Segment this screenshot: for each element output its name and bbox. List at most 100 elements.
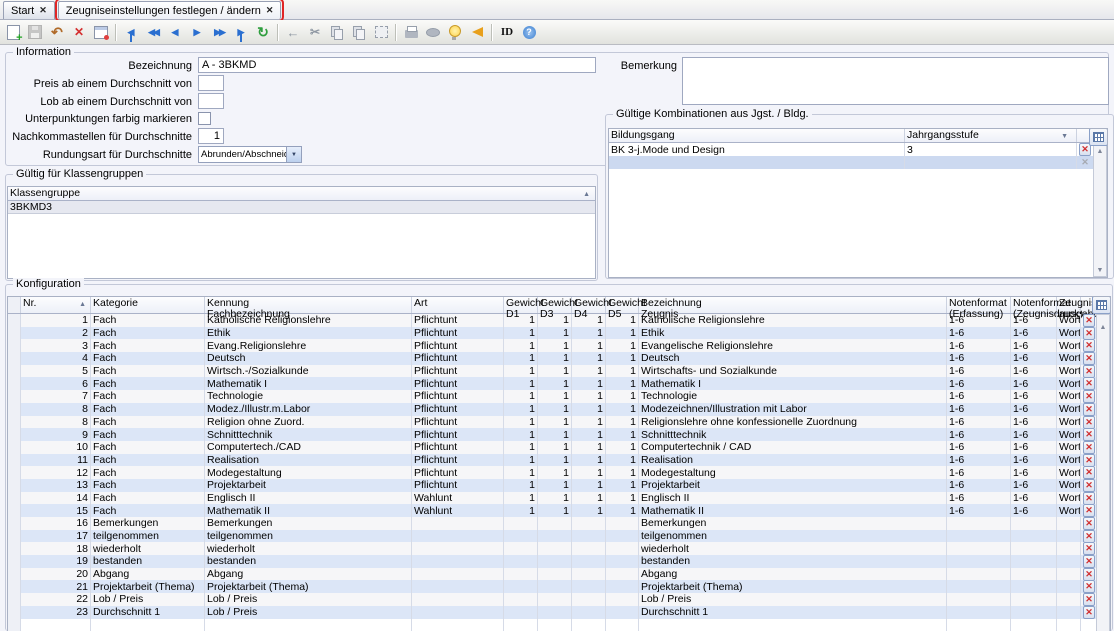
- row-indicator-cell[interactable]: [8, 542, 21, 555]
- cell-nf_erfassung[interactable]: 1-6: [947, 492, 1011, 505]
- table-row[interactable]: 17teilgenommenteilgenommenteilgenommen: [8, 530, 1110, 543]
- cell-d1[interactable]: [504, 517, 538, 530]
- cell-nf_druck[interactable]: 1-6: [1011, 428, 1057, 441]
- delete-row-button[interactable]: [1083, 606, 1095, 619]
- cell-kennung[interactable]: bestanden: [205, 555, 412, 568]
- cell-d4[interactable]: [572, 530, 606, 543]
- marquee-button[interactable]: [370, 22, 392, 43]
- table-row[interactable]: 2FachEthikPflichtunt1111Ethik1-61-6Wort: [8, 327, 1110, 340]
- cell-ausgabe[interactable]: Wort: [1057, 466, 1081, 479]
- cell-nr[interactable]: 8: [21, 403, 91, 416]
- cell-d4[interactable]: [572, 555, 606, 568]
- row-indicator-cell[interactable]: [8, 454, 21, 467]
- table-row[interactable]: 7FachTechnologiePflichtunt1111Technologi…: [8, 390, 1110, 403]
- cell-kategorie[interactable]: Fach: [91, 466, 205, 479]
- cell-d5[interactable]: [606, 530, 639, 543]
- unterpunktungen-checkbox[interactable]: [198, 112, 211, 125]
- cell-d4[interactable]: [572, 580, 606, 593]
- cell-d5[interactable]: [606, 593, 639, 606]
- nav-prev-button[interactable]: [164, 22, 186, 43]
- row-indicator-cell[interactable]: [8, 428, 21, 441]
- cell-kennung[interactable]: Lob / Preis: [205, 606, 412, 619]
- row-indicator-cell[interactable]: [8, 377, 21, 390]
- cell-kategorie[interactable]: Fach: [91, 327, 205, 340]
- cell-kategorie[interactable]: Fach: [91, 314, 205, 327]
- help-button[interactable]: ?: [518, 22, 540, 43]
- table-row[interactable]: 22Lob / PreisLob / PreisLob / Preis: [8, 593, 1110, 606]
- cell-art[interactable]: [412, 568, 504, 581]
- cell-nf_erfassung[interactable]: [947, 580, 1011, 593]
- row-indicator-cell[interactable]: [8, 416, 21, 429]
- cell-ausgabe[interactable]: Wort: [1057, 377, 1081, 390]
- cell-bezeichnung[interactable]: wiederholt: [639, 542, 947, 555]
- cell-bezeichnung[interactable]: Wirtschafts- und Sozialkunde: [639, 365, 947, 378]
- table-row[interactable]: 11FachRealisationPflichtunt1111Realisati…: [8, 454, 1110, 467]
- table-row[interactable]: 18wiederholtwiederholtwiederholt: [8, 542, 1110, 555]
- scroll-up-icon[interactable]: ▲: [1097, 321, 1109, 333]
- delete-row-button[interactable]: [1083, 479, 1095, 492]
- cell-nf_erfassung[interactable]: 1-6: [947, 466, 1011, 479]
- cell-nf_druck[interactable]: 1-6: [1011, 327, 1057, 340]
- kombinationen-scrollbar[interactable]: ▲ ▼: [1093, 144, 1107, 277]
- table-row[interactable]: 14FachEnglisch IIWahlunt1111Englisch II1…: [8, 492, 1110, 505]
- cell-bildungsgang[interactable]: [609, 156, 905, 169]
- cell-nr[interactable]: 18: [21, 542, 91, 555]
- cell-d1[interactable]: 1: [504, 428, 538, 441]
- cell-bezeichnung[interactable]: Mathematik I: [639, 377, 947, 390]
- cell-nf_erfassung[interactable]: 1-6: [947, 352, 1011, 365]
- cell-nr[interactable]: 15: [21, 504, 91, 517]
- cell-kennung[interactable]: Lob / Preis: [205, 593, 412, 606]
- konfiguration-header-d3[interactable]: GewichtD3: [538, 297, 572, 313]
- cell-d3[interactable]: 1: [538, 314, 572, 327]
- cell-bezeichnung[interactable]: Englisch II: [639, 492, 947, 505]
- cell-d3[interactable]: 1: [538, 492, 572, 505]
- nachkommastellen-input[interactable]: [198, 128, 224, 144]
- cell-art[interactable]: [412, 517, 504, 530]
- cell-d3[interactable]: 1: [538, 365, 572, 378]
- cell-kennung[interactable]: Mathematik II: [205, 504, 412, 517]
- cell-ausgabe[interactable]: Wort: [1057, 327, 1081, 340]
- cell-art[interactable]: Pflichtunt: [412, 314, 504, 327]
- row-indicator-cell[interactable]: [8, 327, 21, 340]
- cell-d1[interactable]: 1: [504, 339, 538, 352]
- cell-d1[interactable]: 1: [504, 403, 538, 416]
- cell-d4[interactable]: [572, 517, 606, 530]
- cell-d3[interactable]: [538, 568, 572, 581]
- cell-d5[interactable]: 1: [606, 377, 639, 390]
- cell-nf_erfassung[interactable]: [947, 555, 1011, 568]
- cell-art[interactable]: [412, 542, 504, 555]
- cell-nr[interactable]: 16: [21, 517, 91, 530]
- cell-d3[interactable]: 1: [538, 454, 572, 467]
- row-indicator-cell[interactable]: [8, 314, 21, 327]
- cell-nf_druck[interactable]: 1-6: [1011, 403, 1057, 416]
- konfiguration-header-nr[interactable]: Nr.: [21, 297, 91, 313]
- cell-kategorie[interactable]: Projektarbeit (Thema): [91, 580, 205, 593]
- cell-art[interactable]: Pflichtunt: [412, 454, 504, 467]
- delete-row-button[interactable]: [1083, 492, 1095, 505]
- cell-art[interactable]: Pflichtunt: [412, 466, 504, 479]
- kombinationen-new-row[interactable]: [609, 156, 1107, 169]
- cell-d1[interactable]: 1: [504, 504, 538, 517]
- cell-d5[interactable]: 1: [606, 327, 639, 340]
- cell-kennung[interactable]: Computertech./CAD: [205, 441, 412, 454]
- cell-jahrgangsstufe[interactable]: [905, 156, 1077, 169]
- cell-kennung[interactable]: wiederholt: [205, 542, 412, 555]
- cell-nr[interactable]: 3: [21, 339, 91, 352]
- tab-zeugniseinstellungen[interactable]: Zeugniseinstellungen festlegen / ändern …: [58, 1, 282, 19]
- cell-d1[interactable]: 1: [504, 441, 538, 454]
- cell-kennung[interactable]: Ethik: [205, 327, 412, 340]
- cell-d5[interactable]: [606, 555, 639, 568]
- cell-d5[interactable]: 1: [606, 441, 639, 454]
- cell-bezeichnung[interactable]: Religionslehre ohne konfessionelle Zuord…: [639, 416, 947, 429]
- cell-ausgabe[interactable]: [1057, 530, 1081, 543]
- cell-nf_erfassung[interactable]: 1-6: [947, 327, 1011, 340]
- konfiguration-header-nf_erfassung[interactable]: Notenformat(Erfassung): [947, 297, 1011, 313]
- cell-d3[interactable]: 1: [538, 377, 572, 390]
- cell-d1[interactable]: [504, 568, 538, 581]
- cell-ausgabe[interactable]: Wort: [1057, 403, 1081, 416]
- kombinationen-header-bildungsgang[interactable]: Bildungsgang: [609, 129, 905, 142]
- table-row[interactable]: 10FachComputertech./CADPflichtunt1111Com…: [8, 441, 1110, 454]
- cell-bezeichnung[interactable]: Evangelische Religionslehre: [639, 339, 947, 352]
- cell-kennung[interactable]: Deutsch: [205, 352, 412, 365]
- table-row[interactable]: 16BemerkungenBemerkungenBemerkungen: [8, 517, 1110, 530]
